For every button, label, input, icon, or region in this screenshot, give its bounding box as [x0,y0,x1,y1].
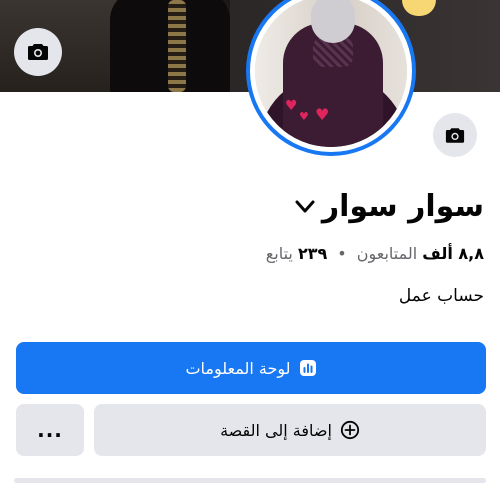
following-count: ٢٣٩ [297,244,328,263]
stats-separator: • [337,244,347,263]
profile-photo-hijab [311,0,355,43]
profile-picture[interactable]: ♥ ♥ ♥ [246,0,416,156]
profile-bio: حساب عمل [398,286,484,306]
followers-count: ٨,٨ ألف [422,244,484,263]
bar-chart-icon [299,360,316,376]
heart-icon: ♥ [315,105,330,124]
following-link[interactable]: ٢٣٩ يتابع [266,244,328,263]
heart-icon: ♥ [299,110,309,123]
profile-name: سوار سوار [321,189,484,224]
following-label: يتابع [265,244,293,263]
section-divider [14,478,486,483]
profile-camera-button[interactable] [430,110,480,160]
more-options-button[interactable]: ... [16,404,84,456]
followers-label: المتابعون [356,244,418,263]
profile-name-row[interactable]: سوار سوار [294,188,484,226]
dashboard-button[interactable]: لوحة المعلومات [16,342,486,394]
followers-link[interactable]: ٨,٨ ألف المتابعون [357,244,484,263]
camera-icon [28,44,48,60]
plus-circle-icon [340,420,360,440]
profile-stats: ٨,٨ ألف المتابعون • ٢٣٩ يتابع [266,244,484,263]
heart-icon: ♥ [285,98,298,114]
add-story-button-label: إضافة إلى القصة [220,420,332,440]
chevron-down-icon[interactable] [294,196,316,218]
camera-icon [445,127,465,143]
profile-photo-image: ♥ ♥ ♥ [255,0,407,147]
add-story-button[interactable]: إضافة إلى القصة [94,404,486,456]
more-icon: ... [37,418,63,442]
cover-camera-button[interactable] [14,28,62,76]
dashboard-button-label: لوحة المعلومات [185,358,291,378]
cover-photo-embroidery [168,0,186,92]
